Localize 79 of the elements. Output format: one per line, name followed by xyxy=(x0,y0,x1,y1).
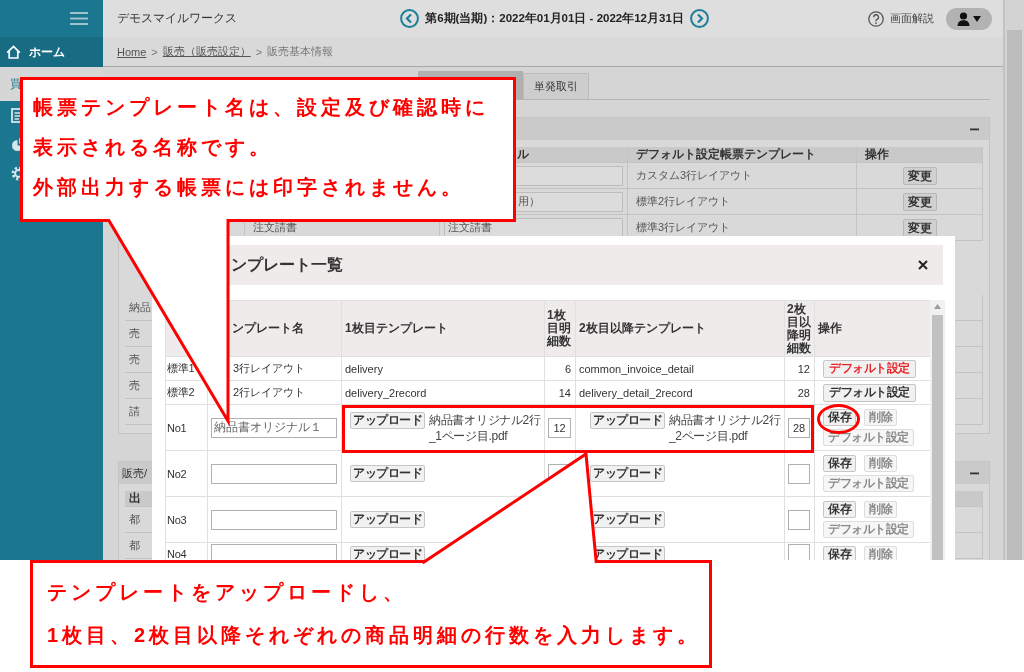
action-button[interactable]: 保存 xyxy=(823,545,856,560)
file-name: 納品書オリジナル2行_1ページ目.pdf xyxy=(429,411,542,444)
upload-button[interactable]: アップロード xyxy=(590,411,665,429)
callout-text: テンプレートをアップロードし、 xyxy=(47,580,408,605)
table-cell: delivery_2record xyxy=(342,381,545,405)
scrollbar[interactable] xyxy=(930,300,945,560)
table-cell: delivery xyxy=(342,357,545,381)
table-cell: 6 xyxy=(545,357,576,381)
breadcrumb-separator: > xyxy=(255,45,263,58)
arrow-left-icon[interactable] xyxy=(400,9,420,28)
callout-text: 帳票テンプレート名は、設定及び確認時に xyxy=(33,95,490,120)
scroll-up-icon[interactable] xyxy=(934,304,941,309)
highlight-ellipse xyxy=(817,404,860,434)
table-cell: common_invoice_detail xyxy=(576,357,785,381)
column-header: デフォルト設定帳票テンプレート xyxy=(628,147,857,163)
menu-icon[interactable] xyxy=(70,12,88,25)
table-cell: 12 xyxy=(785,357,815,381)
collapse-icon[interactable] xyxy=(970,471,979,475)
caret-icon xyxy=(973,15,981,22)
user-menu-button[interactable] xyxy=(946,7,992,30)
action-button[interactable]: 保存 xyxy=(823,409,856,426)
file-name: 納品書オリジナル2行_2ページ目.pdf xyxy=(669,411,782,444)
table-cell: delivery_detail_2record xyxy=(576,381,785,405)
table-cell: カスタム3行レイアウト xyxy=(628,163,857,189)
collapse-icon[interactable] xyxy=(970,127,979,131)
count-field[interactable]: 28 xyxy=(788,417,810,438)
breadcrumb-link[interactable]: Home xyxy=(117,45,147,58)
upload-button[interactable]: アップロード xyxy=(350,465,425,482)
scrollbar-thumb[interactable] xyxy=(1007,30,1022,560)
app-title: デモスマイルワークス xyxy=(117,10,237,27)
column-header: 1枚目明細数 xyxy=(545,301,576,357)
dialog-title: ンプレート一覧 xyxy=(231,254,343,275)
breadcrumb-link[interactable]: 販売（販売設定） xyxy=(162,44,251,59)
table-cell: No3 xyxy=(166,497,208,543)
name-field[interactable]: 納品書オリジナル１ xyxy=(211,417,337,438)
help-icon[interactable] xyxy=(868,10,884,27)
change-button[interactable]: 変更 xyxy=(902,166,937,185)
default-setting-button[interactable]: デフォルト設定 xyxy=(823,359,916,378)
upload-button[interactable]: アップロード xyxy=(590,511,665,528)
count-field[interactable] xyxy=(788,463,810,484)
count-field[interactable] xyxy=(788,509,810,530)
count-field[interactable]: 12 xyxy=(548,417,571,438)
home-icon xyxy=(6,45,21,59)
arrow-right-icon[interactable] xyxy=(689,9,709,28)
column-header: 1枚目テンプレート xyxy=(342,301,545,357)
upload-button[interactable]: アップロード xyxy=(350,511,425,528)
table-cell: No1 xyxy=(166,405,208,451)
default-setting-button[interactable]: デフォルト設定 xyxy=(823,383,916,402)
column-header: 2枚目以降明細数 xyxy=(785,301,815,357)
count-field[interactable] xyxy=(788,544,810,560)
action-button[interactable]: 保存 xyxy=(823,501,856,518)
breadcrumb-current: 販売基本情報 xyxy=(267,44,334,59)
table-cell: No2 xyxy=(166,451,208,497)
close-icon[interactable] xyxy=(918,260,928,270)
table-cell: 28 xyxy=(785,381,815,405)
change-button[interactable]: 変更 xyxy=(902,192,937,211)
help-link[interactable]: 画面解説 xyxy=(890,11,934,26)
action-button[interactable]: 保存 xyxy=(823,455,856,472)
scrollbar[interactable] xyxy=(1003,0,1024,560)
name-field[interactable] xyxy=(211,509,337,530)
column-header: 操作 xyxy=(857,147,983,163)
sidebar-item[interactable]: ホーム xyxy=(0,37,103,67)
tab[interactable]: 単発取引 xyxy=(523,73,589,99)
scrollbar-thumb[interactable] xyxy=(932,315,943,560)
person-icon xyxy=(957,11,970,26)
panel-title: 販売/ xyxy=(122,465,148,481)
breadcrumb-separator: > xyxy=(151,45,158,58)
upload-button[interactable]: アップロード xyxy=(350,411,425,429)
table-cell: 標準2行レイアウト xyxy=(628,189,857,215)
callout-text: 表示される名称です。 xyxy=(33,135,274,160)
upload-button[interactable]: アップロード xyxy=(350,545,425,560)
column-header: 操作 xyxy=(815,301,931,357)
name-field[interactable] xyxy=(211,463,337,484)
change-button[interactable]: 変更 xyxy=(902,218,937,237)
upload-button[interactable]: アップロード xyxy=(590,465,665,482)
period-label: 第6期(当期)：2022年01月01日 - 2022年12月31日 xyxy=(425,11,684,26)
callout-text: 1枚目、2枚目以降それぞれの商品明細の行数を入力します。 xyxy=(47,623,703,648)
column-header: 2枚目以降テンプレート xyxy=(576,301,785,357)
table-cell: 14 xyxy=(545,381,576,405)
